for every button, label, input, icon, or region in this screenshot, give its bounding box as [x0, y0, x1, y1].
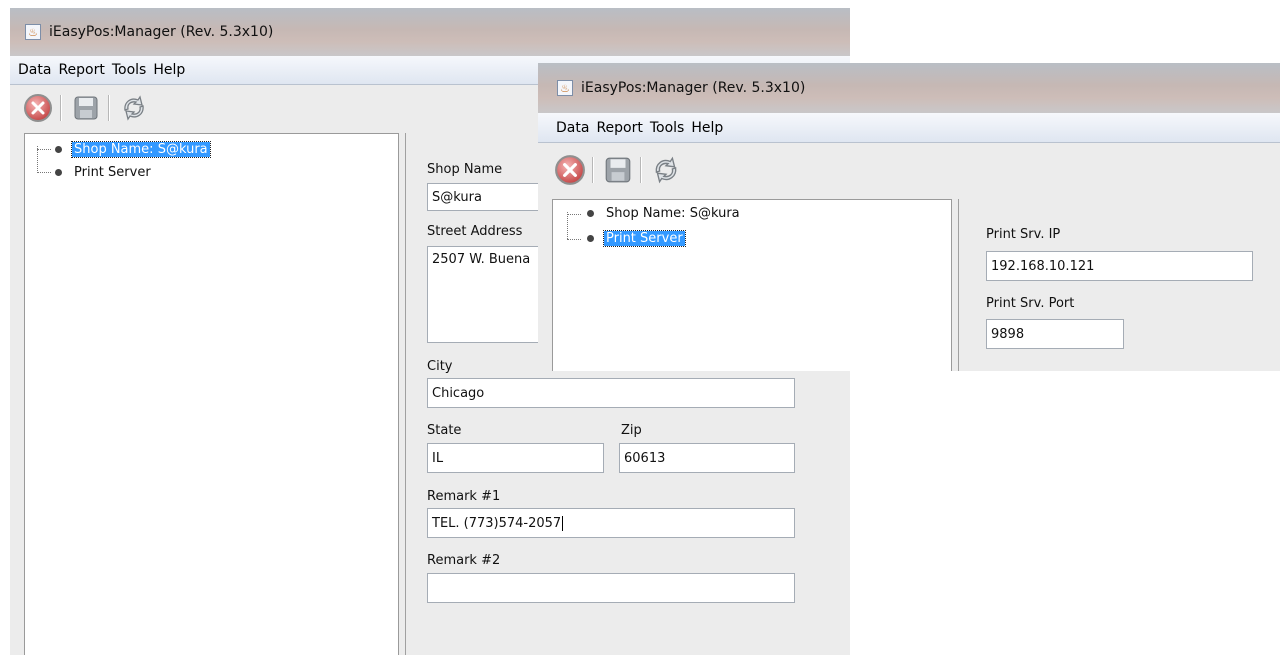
exit-button[interactable]	[554, 154, 586, 186]
refresh-button[interactable]	[650, 154, 682, 186]
print-ip-field[interactable]: 192.168.10.121	[986, 251, 1253, 281]
front-tree-panel: Shop Name: S@kura Print Server	[552, 199, 952, 371]
state-field[interactable]: IL	[427, 443, 604, 473]
tree-bullet-icon	[55, 146, 62, 153]
tree-bullet-icon	[587, 210, 594, 217]
city-label: City	[427, 359, 453, 374]
menu-report[interactable]: Report	[58, 62, 104, 78]
menu-help[interactable]: Help	[691, 120, 723, 136]
back-window-titlebar[interactable]: ♨ iEasyPos:Manager (Rev. 5.3x10)	[10, 8, 850, 56]
save-button[interactable]	[70, 92, 102, 124]
front-window: ♨ iEasyPos:Manager (Rev. 5.3x10) Data Re…	[538, 63, 1280, 371]
exit-button[interactable]	[22, 92, 54, 124]
tree-connector	[37, 172, 51, 173]
toolbar-separator	[640, 157, 642, 183]
street-address-label: Street Address	[427, 224, 523, 239]
tree-node-label: Shop Name: S@kura	[606, 206, 740, 221]
java-app-icon: ♨	[25, 24, 41, 40]
tree-connector	[37, 149, 51, 150]
java-app-icon: ♨	[557, 80, 573, 96]
toolbar-separator	[592, 157, 594, 183]
zip-field[interactable]: 60613	[619, 443, 795, 473]
front-toolbar	[538, 143, 1280, 197]
tree-connector	[567, 239, 581, 240]
front-window-title: iEasyPos:Manager (Rev. 5.3x10)	[581, 80, 806, 96]
front-menubar: Data Report Tools Help	[538, 113, 1280, 143]
print-ip-label: Print Srv. IP	[986, 227, 1061, 242]
remark2-field[interactable]	[427, 573, 795, 603]
remark1-value: TEL. (773)574-2057	[432, 515, 562, 531]
print-port-label: Print Srv. Port	[986, 296, 1075, 311]
tree-node-print-server[interactable]: Print Server	[587, 230, 686, 247]
menu-report[interactable]: Report	[596, 120, 642, 136]
tree-connector	[37, 146, 38, 173]
shop-name-field[interactable]: S@kura	[427, 183, 547, 211]
tree-connector	[567, 214, 581, 215]
remark1-label: Remark #1	[427, 489, 501, 504]
tree-node-label: Print Server	[603, 230, 686, 247]
city-field[interactable]: Chicago	[427, 378, 795, 408]
menu-data[interactable]: Data	[18, 62, 51, 78]
tree-connector	[567, 212, 568, 239]
tree-bullet-icon	[55, 169, 62, 176]
floppy-disk-icon	[605, 157, 631, 183]
tree-node-print-server[interactable]: Print Server	[55, 165, 153, 180]
front-window-titlebar[interactable]: ♨ iEasyPos:Manager (Rev. 5.3x10)	[538, 63, 1280, 113]
tree-node-label: Print Server	[74, 165, 151, 180]
back-tree-panel: Shop Name: S@kura Print Server	[24, 133, 399, 655]
remark1-field[interactable]: TEL. (773)574-2057	[427, 508, 795, 538]
menu-tools[interactable]: Tools	[650, 120, 685, 136]
cancel-icon	[555, 155, 585, 185]
cancel-icon	[24, 94, 52, 122]
tree-node-shop[interactable]: Shop Name: S@kura	[587, 206, 742, 221]
street-address-field[interactable]: 2507 W. Buena	[427, 246, 547, 343]
remark2-label: Remark #2	[427, 553, 501, 568]
state-label: State	[427, 423, 462, 438]
tree-node-label: Shop Name: S@kura	[71, 141, 211, 158]
print-port-field[interactable]: 9898	[986, 319, 1124, 349]
toolbar-separator	[108, 95, 110, 121]
refresh-button[interactable]	[118, 92, 150, 124]
menu-data[interactable]: Data	[556, 120, 589, 136]
tree-node-shop[interactable]: Shop Name: S@kura	[55, 141, 211, 158]
menu-tools[interactable]: Tools	[112, 62, 147, 78]
text-caret	[562, 515, 564, 531]
back-window-title: iEasyPos:Manager (Rev. 5.3x10)	[49, 24, 274, 40]
toolbar-separator	[60, 95, 62, 121]
save-button[interactable]	[602, 154, 634, 186]
print-server-form: Print Srv. IP 192.168.10.121 Print Srv. …	[958, 199, 1280, 371]
menu-help[interactable]: Help	[153, 62, 185, 78]
floppy-disk-icon	[74, 96, 98, 120]
refresh-icon	[655, 156, 677, 184]
tree-bullet-icon	[587, 235, 594, 242]
refresh-icon	[124, 95, 144, 121]
zip-label: Zip	[621, 423, 642, 438]
shop-name-label: Shop Name	[427, 162, 503, 177]
